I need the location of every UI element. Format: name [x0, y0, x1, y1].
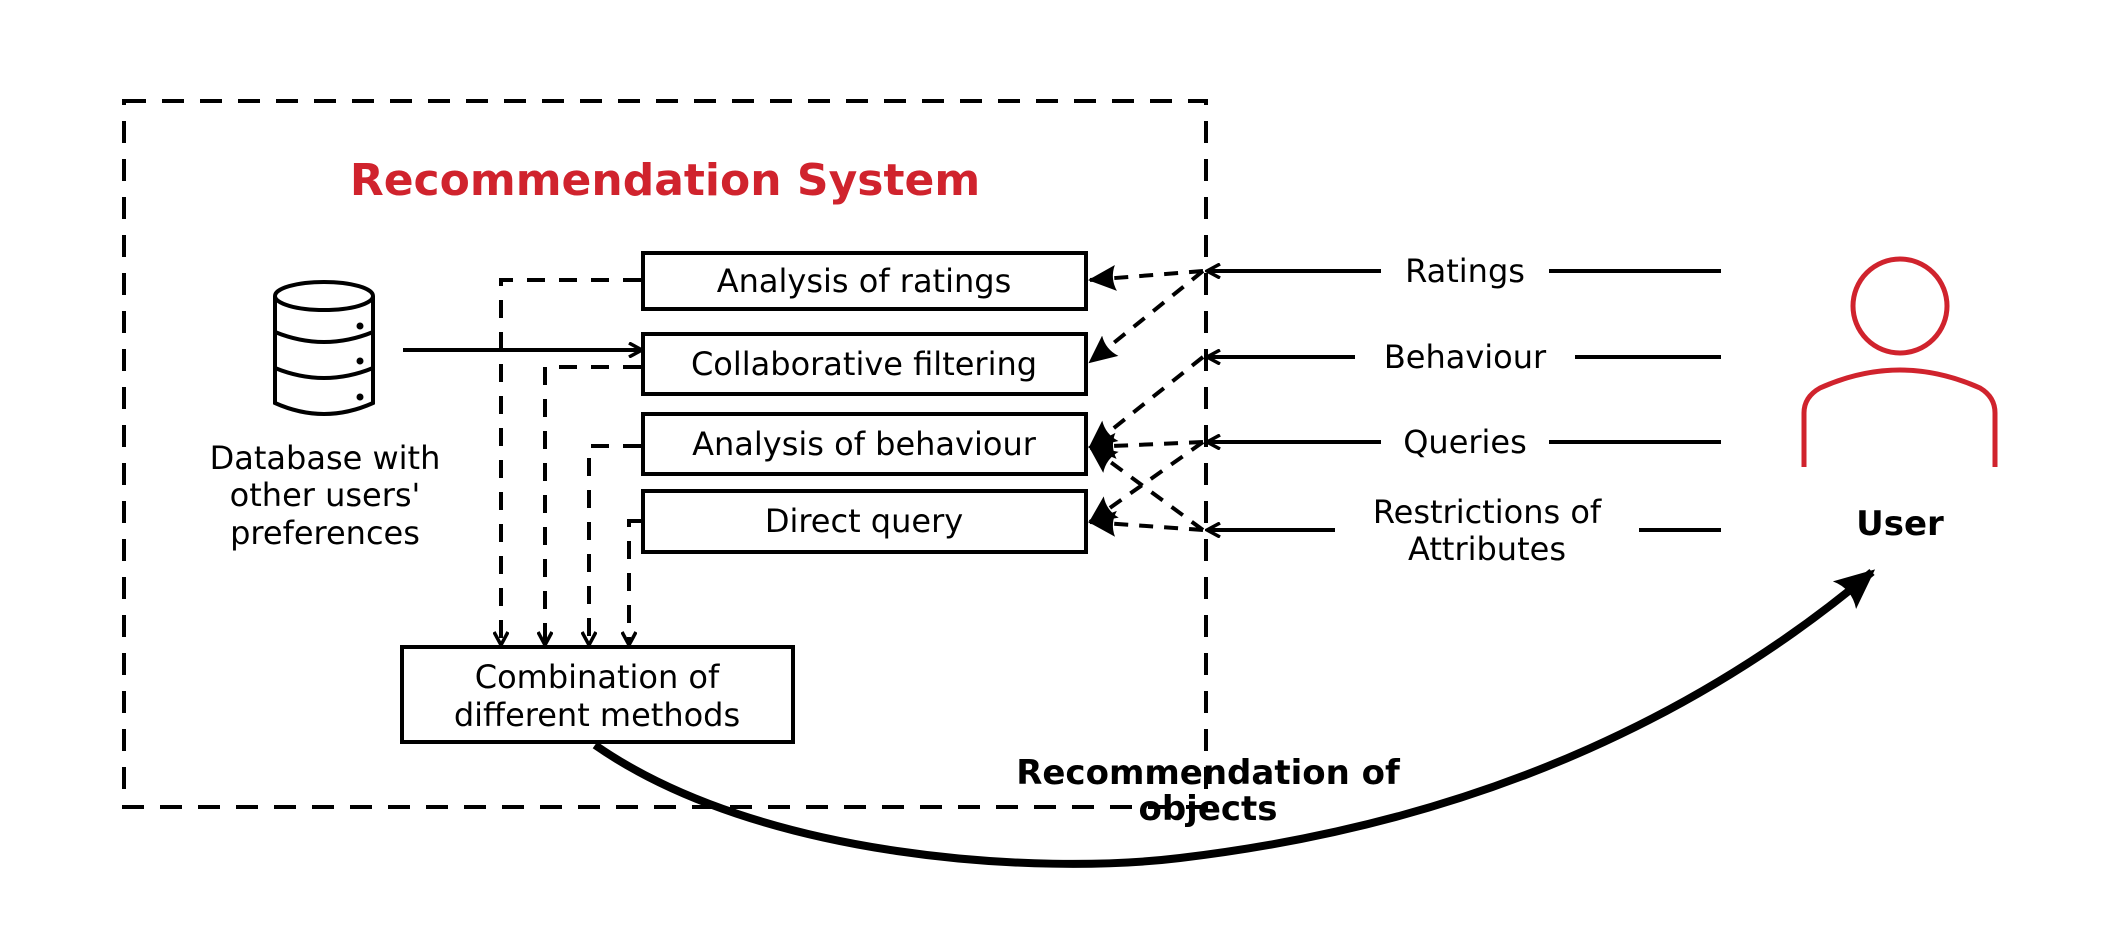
output-label-line-2: objects	[1138, 789, 1277, 829]
ratings-input-to-collaborative-box	[1088, 269, 1205, 364]
input-label: Attributes	[1408, 530, 1566, 568]
queries-input-to-query-box	[1088, 440, 1205, 524]
method-box-query: Direct query	[641, 489, 1088, 554]
combination-box: Combination of different methods	[400, 645, 795, 744]
query-to-combination-arrow	[629, 519, 641, 644]
input-label: Ratings	[1405, 252, 1525, 290]
system-title: Recommendation System	[350, 155, 980, 206]
user-label: User	[1856, 504, 1944, 544]
user-icon	[1801, 256, 1998, 467]
method-label: Collaborative filtering	[691, 345, 1037, 383]
database-label-line-2: other users'	[230, 476, 421, 514]
method-box-collaborative: Collaborative filtering	[641, 332, 1088, 396]
method-box-ratings: Analysis of ratings	[641, 251, 1088, 311]
method-box-behaviour: Analysis of behaviour	[641, 412, 1088, 476]
combination-label-line-2: different methods	[454, 696, 740, 734]
input-2: Behaviour	[1208, 338, 1721, 376]
collaborative-to-combination-arrow	[545, 365, 641, 644]
input-label: Queries	[1403, 423, 1527, 461]
input-4: Restrictions ofAttributes	[1208, 493, 1721, 568]
method-label: Analysis of ratings	[717, 262, 1012, 300]
recommendation-diagram: Recommendation System Database with othe…	[122, 99, 1998, 868]
restrictions-input-to-behaviour-box	[1088, 445, 1205, 532]
method-label: Analysis of behaviour	[692, 425, 1037, 463]
ratings-to-combination-arrow	[501, 278, 641, 644]
input-label: Behaviour	[1384, 338, 1547, 376]
behaviour-input-to-behaviour-box	[1088, 355, 1205, 449]
input-3: Queries	[1208, 423, 1721, 461]
input-label: Restrictions of	[1373, 493, 1602, 531]
database-icon	[273, 280, 375, 416]
output-label-line-1: Recommendation of	[1016, 753, 1401, 793]
queries-input-to-behaviour-box	[1088, 432, 1204, 459]
ratings-input-to-ratings-box	[1088, 264, 1204, 291]
input-1: Ratings	[1208, 252, 1721, 290]
database-label-line-1: Database with	[210, 439, 441, 477]
database-label-line-3: preferences	[230, 514, 420, 552]
restrictions-input-to-query-box	[1088, 510, 1204, 537]
behaviour-to-combination-arrow	[589, 444, 641, 644]
combination-label-line-1: Combination of	[475, 658, 720, 696]
method-label: Direct query	[765, 502, 963, 540]
